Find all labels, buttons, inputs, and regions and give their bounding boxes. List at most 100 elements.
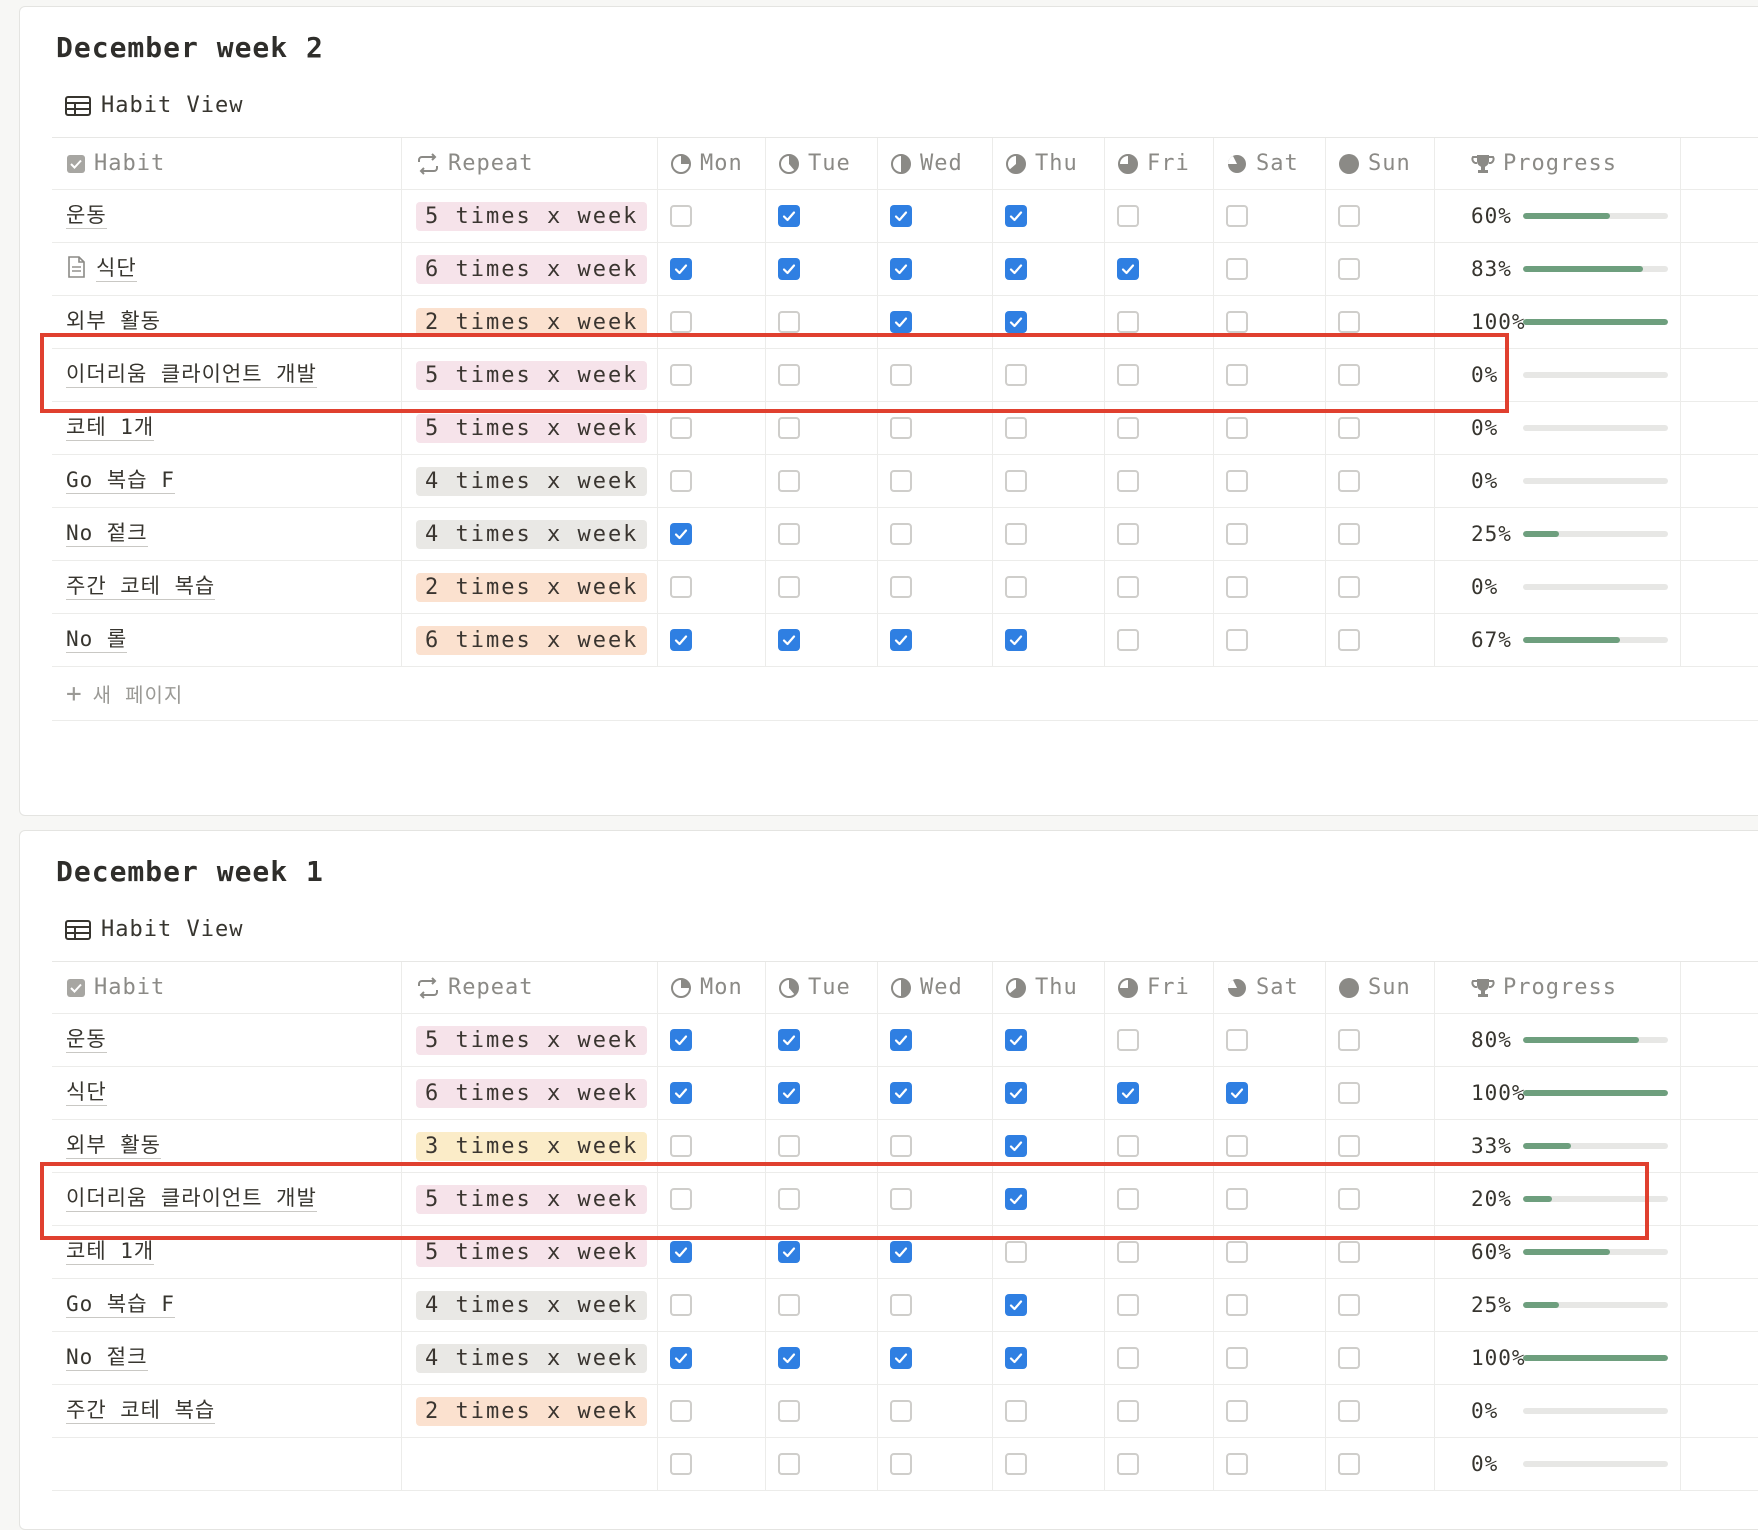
- day-checkbox[interactable]: [1117, 1347, 1139, 1369]
- habit-name[interactable]: 운동: [66, 1027, 107, 1053]
- new-page-button[interactable]: + 새 페이지: [52, 667, 1758, 721]
- day-checkbox[interactable]: [670, 1347, 692, 1369]
- habit-name[interactable]: 외부 활동: [66, 1133, 161, 1159]
- table-row[interactable]: 식단 6 times x week 83%: [52, 243, 1758, 296]
- day-checkbox[interactable]: [670, 258, 692, 280]
- day-checkbox[interactable]: [1226, 311, 1248, 333]
- day-checkbox[interactable]: [1226, 1294, 1248, 1316]
- day-checkbox[interactable]: [778, 1082, 800, 1104]
- day-checkbox[interactable]: [670, 523, 692, 545]
- day-checkbox[interactable]: [1338, 1135, 1360, 1157]
- day-checkbox[interactable]: [1005, 258, 1027, 280]
- habit-cell[interactable]: Go 복습 F: [52, 455, 402, 507]
- day-checkbox[interactable]: [1117, 258, 1139, 280]
- table-row[interactable]: 운동 5 times x week 60%: [52, 190, 1758, 243]
- column-header-wed[interactable]: Wed: [878, 138, 993, 189]
- repeat-cell[interactable]: [402, 1438, 658, 1490]
- day-checkbox[interactable]: [670, 1029, 692, 1051]
- day-checkbox[interactable]: [890, 1347, 912, 1369]
- habit-name[interactable]: 식단: [96, 256, 137, 282]
- day-checkbox[interactable]: [778, 1294, 800, 1316]
- day-checkbox[interactable]: [1005, 205, 1027, 227]
- habit-name[interactable]: 코테 1개: [66, 1239, 155, 1265]
- habit-cell[interactable]: No 젙크: [52, 1332, 402, 1384]
- habit-cell[interactable]: Go 복습 F: [52, 1279, 402, 1331]
- day-checkbox[interactable]: [1226, 576, 1248, 598]
- day-checkbox[interactable]: [670, 1294, 692, 1316]
- day-checkbox[interactable]: [1226, 258, 1248, 280]
- day-checkbox[interactable]: [1338, 1241, 1360, 1263]
- habit-cell[interactable]: 운동: [52, 1014, 402, 1066]
- column-header-wed[interactable]: Wed: [878, 962, 993, 1013]
- column-header-progress[interactable]: Progress: [1459, 962, 1681, 1013]
- day-checkbox[interactable]: [670, 417, 692, 439]
- table-row[interactable]: No 젙크 4 times x week 25%: [52, 508, 1758, 561]
- day-checkbox[interactable]: [1226, 1347, 1248, 1369]
- day-checkbox[interactable]: [1117, 470, 1139, 492]
- column-header-thu[interactable]: Thu: [993, 138, 1105, 189]
- day-checkbox[interactable]: [1338, 1400, 1360, 1422]
- day-checkbox[interactable]: [1226, 205, 1248, 227]
- day-checkbox[interactable]: [1005, 1453, 1027, 1475]
- repeat-cell[interactable]: 6 times x week: [402, 614, 658, 666]
- day-checkbox[interactable]: [1338, 523, 1360, 545]
- day-checkbox[interactable]: [1005, 1029, 1027, 1051]
- table-row[interactable]: Go 복습 F 4 times x week 0%: [52, 455, 1758, 508]
- day-checkbox[interactable]: [778, 470, 800, 492]
- day-checkbox[interactable]: [890, 1453, 912, 1475]
- day-checkbox[interactable]: [1005, 1082, 1027, 1104]
- day-checkbox[interactable]: [1338, 1347, 1360, 1369]
- day-checkbox[interactable]: [778, 629, 800, 651]
- column-header-mon[interactable]: Mon: [658, 138, 766, 189]
- day-checkbox[interactable]: [1226, 1453, 1248, 1475]
- habit-cell[interactable]: No 롤: [52, 614, 402, 666]
- day-checkbox[interactable]: [890, 311, 912, 333]
- column-header-fri[interactable]: Fri: [1105, 138, 1214, 189]
- day-checkbox[interactable]: [670, 1400, 692, 1422]
- day-checkbox[interactable]: [890, 1400, 912, 1422]
- day-checkbox[interactable]: [1226, 1029, 1248, 1051]
- day-checkbox[interactable]: [778, 1241, 800, 1263]
- day-checkbox[interactable]: [890, 470, 912, 492]
- day-checkbox[interactable]: [670, 629, 692, 651]
- day-checkbox[interactable]: [670, 1453, 692, 1475]
- day-checkbox[interactable]: [1338, 1294, 1360, 1316]
- habit-name[interactable]: 코테 1개: [66, 415, 155, 441]
- day-checkbox[interactable]: [1226, 470, 1248, 492]
- day-checkbox[interactable]: [670, 576, 692, 598]
- repeat-cell[interactable]: 2 times x week: [402, 561, 658, 613]
- day-checkbox[interactable]: [778, 576, 800, 598]
- column-header-mon[interactable]: Mon: [658, 962, 766, 1013]
- table-row[interactable]: 주간 코테 복습 2 times x week 0%: [52, 561, 1758, 614]
- day-checkbox[interactable]: [778, 1029, 800, 1051]
- habit-view-tab[interactable]: Habit View: [65, 93, 243, 118]
- day-checkbox[interactable]: [890, 1294, 912, 1316]
- habit-cell[interactable]: 식단: [52, 243, 402, 295]
- day-checkbox[interactable]: [1005, 1241, 1027, 1263]
- repeat-cell[interactable]: 6 times x week: [402, 1067, 658, 1119]
- day-checkbox[interactable]: [1117, 1082, 1139, 1104]
- day-checkbox[interactable]: [890, 523, 912, 545]
- table-row[interactable]: 운동 5 times x week 80%: [52, 1014, 1758, 1067]
- habit-name[interactable]: No 롤: [66, 627, 128, 653]
- habit-cell[interactable]: 주간 코테 복습: [52, 561, 402, 613]
- habit-cell[interactable]: 주간 코테 복습: [52, 1385, 402, 1437]
- day-checkbox[interactable]: [890, 205, 912, 227]
- day-checkbox[interactable]: [670, 205, 692, 227]
- column-header-fri[interactable]: Fri: [1105, 962, 1214, 1013]
- habit-cell[interactable]: No 젙크: [52, 508, 402, 560]
- day-checkbox[interactable]: [1117, 1453, 1139, 1475]
- day-checkbox[interactable]: [670, 470, 692, 492]
- day-checkbox[interactable]: [778, 1400, 800, 1422]
- day-checkbox[interactable]: [1338, 258, 1360, 280]
- repeat-cell[interactable]: 4 times x week: [402, 1279, 658, 1331]
- day-checkbox[interactable]: [890, 576, 912, 598]
- repeat-cell[interactable]: 4 times x week: [402, 508, 658, 560]
- repeat-cell[interactable]: 2 times x week: [402, 1385, 658, 1437]
- day-checkbox[interactable]: [890, 1082, 912, 1104]
- column-header-sat[interactable]: Sat: [1214, 962, 1326, 1013]
- repeat-cell[interactable]: 5 times x week: [402, 1014, 658, 1066]
- day-checkbox[interactable]: [778, 311, 800, 333]
- day-checkbox[interactable]: [1005, 311, 1027, 333]
- table-row[interactable]: Go 복습 F 4 times x week 25%: [52, 1279, 1758, 1332]
